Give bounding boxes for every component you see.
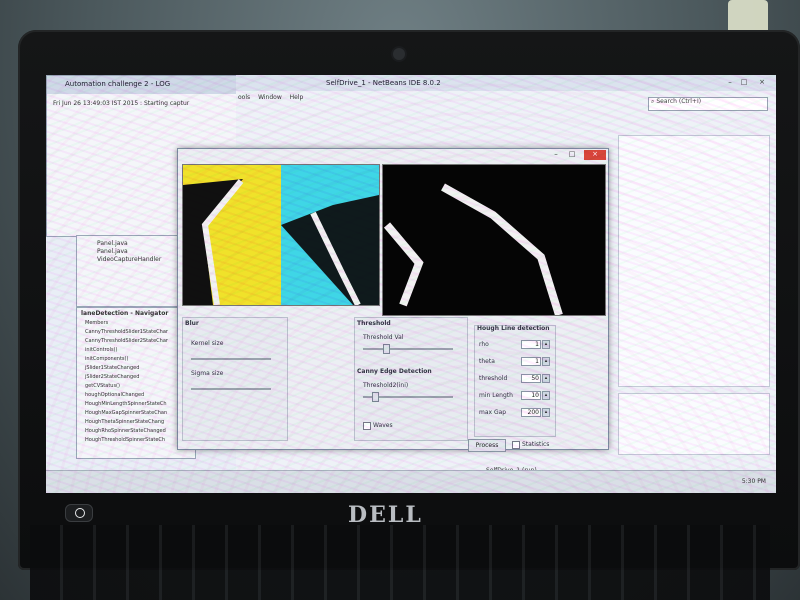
sigma-size-label: Sigma size — [191, 370, 224, 377]
power-icon — [75, 508, 85, 518]
power-button[interactable] — [66, 505, 92, 521]
ide-titlebar: SelfDrive_1 - NetBeans IDE 8.0.2 – □ × — [236, 75, 776, 91]
hough-field-spinner[interactable]: 1 — [521, 357, 541, 366]
camera-feed-drawing — [183, 165, 379, 305]
clock: 5:30 PM — [741, 478, 766, 485]
navigator-item[interactable]: getCVStatus() — [85, 383, 120, 389]
hough-field-label: threshold — [479, 375, 508, 382]
threshold-slider[interactable] — [363, 348, 453, 350]
output-area — [618, 393, 770, 455]
navigator-item[interactable]: jSlider1StateChanged — [85, 365, 139, 371]
webcam-icon — [393, 48, 405, 60]
menu-window[interactable]: Window — [258, 94, 282, 101]
keyboard — [30, 525, 770, 600]
navigator-item[interactable]: HoughThresholdSpinnerStateCh — [85, 437, 165, 443]
menu-help[interactable]: Help — [290, 94, 304, 101]
maximize-icon[interactable]: □ — [566, 150, 578, 160]
hough-field-spinner[interactable]: 50 — [521, 374, 541, 383]
kernel-size-slider[interactable] — [191, 358, 271, 360]
hough-field-spinner[interactable]: 200 — [521, 408, 541, 417]
statistics-checkbox[interactable] — [512, 441, 520, 449]
menu-tools[interactable]: ools — [238, 94, 250, 101]
threshold-val-label: Threshold Val — [363, 334, 404, 341]
hough-field-spinner[interactable]: 10 — [521, 391, 541, 400]
log-line: Fri Jun 26 13:49:03 IST 2015 : Starting … — [53, 100, 190, 107]
statistics-label: Statistics — [522, 441, 550, 448]
hough-title: Hough Line detection — [477, 325, 550, 332]
blur-group: Blur Kernel size Sigma size — [182, 317, 288, 441]
laptop: Automation challenge 2 - LOG Fri Jun 26 … — [18, 30, 800, 570]
project-item[interactable]: Panel.java — [97, 248, 128, 255]
sigma-size-slider[interactable] — [191, 388, 271, 390]
close-icon[interactable]: × — [756, 78, 768, 88]
search-placeholder: Search (Ctrl+I) — [656, 98, 702, 105]
navigator-item[interactable]: Members — [85, 320, 108, 326]
hough-group: Hough Line detection rho 1 ▴ theta 1 ▴ thresho… — [474, 325, 556, 437]
maximize-icon[interactable]: □ — [738, 78, 750, 88]
navigator-item[interactable]: jSlider2StateChanged — [85, 374, 139, 380]
navigator-item[interactable]: initControls() — [85, 347, 118, 353]
project-item[interactable]: Panel.java — [97, 240, 128, 247]
search-icon: ⌕ — [651, 98, 655, 105]
lane-lines-drawing — [383, 165, 605, 315]
editor-area — [618, 135, 770, 387]
lane-detection-dialog: – □ × Blur Kernel size Sigma size Thresh… — [177, 148, 609, 452]
ide-title: SelfDrive_1 - NetBeans IDE 8.0.2 — [326, 79, 441, 87]
navigator-item[interactable]: HoughMinLengthSpinnerStateCh — [85, 401, 167, 407]
hough-field-label: min Length — [479, 392, 513, 399]
threshold-group: Threshold Threshold Val Canny Edge Detec… — [354, 317, 468, 441]
threshold-title: Threshold — [357, 320, 391, 327]
navigator-item[interactable]: initComponents() — [85, 356, 128, 362]
taskbar: 5:30 PM — [46, 470, 776, 493]
close-icon[interactable]: × — [584, 150, 606, 160]
spinner-arrows-icon[interactable]: ▴ — [542, 391, 550, 400]
spinner-arrows-icon[interactable]: ▴ — [542, 408, 550, 417]
canny-title: Canny Edge Detection — [357, 368, 432, 375]
camera-feed-image — [182, 164, 380, 306]
project-item[interactable]: VideoCaptureHandler — [97, 256, 161, 263]
search-input[interactable]: ⌕ Search (Ctrl+I) — [648, 97, 768, 111]
navigator-item[interactable]: CannyThresholdSlider1StateChar — [85, 329, 168, 335]
canny-threshold-label: Threshold2(ini) — [363, 382, 409, 389]
minimize-icon[interactable]: – — [724, 78, 736, 88]
log-window-title: Automation challenge 2 - LOG — [65, 80, 171, 88]
hough-field-label: rho — [479, 341, 489, 348]
hough-field-label: max Gap — [479, 409, 507, 416]
spinner-arrows-icon[interactable]: ▴ — [542, 340, 550, 349]
lane-edge-output-image — [382, 164, 606, 316]
spinner-arrows-icon[interactable]: ▴ — [542, 357, 550, 366]
canny-slider-knob[interactable] — [372, 392, 379, 402]
waves-checkbox[interactable] — [363, 422, 371, 430]
hough-field-spinner[interactable]: 1 — [521, 340, 541, 349]
navigator-item[interactable]: HoughThetaSpinnerStateChang — [85, 419, 164, 425]
process-button[interactable]: Process — [468, 439, 506, 452]
navigator-item[interactable]: HoughRhoSpinnerStateChanged — [85, 428, 166, 434]
hough-field-label: theta — [479, 358, 495, 365]
blur-title: Blur — [185, 320, 199, 327]
log-titlebar: Automation challenge 2 - LOG — [47, 76, 247, 94]
minimize-icon[interactable]: – — [550, 150, 562, 160]
kernel-size-label: Kernel size — [191, 340, 224, 347]
navigator-title: laneDetection - Navigator — [81, 310, 169, 317]
navigator-item[interactable]: houghOptionalChanged — [85, 392, 144, 398]
laptop-screen: Automation challenge 2 - LOG Fri Jun 26 … — [46, 75, 776, 493]
spinner-arrows-icon[interactable]: ▴ — [542, 374, 550, 383]
ide-menubar: ools Window Help — [238, 94, 309, 101]
navigator-item[interactable]: CannyThresholdSlider2StateChar — [85, 338, 168, 344]
navigator-item[interactable]: HoughMaxGapSpinnerStateChan — [85, 410, 167, 416]
waves-label: Waves — [373, 422, 393, 429]
threshold-slider-knob[interactable] — [382, 344, 390, 354]
